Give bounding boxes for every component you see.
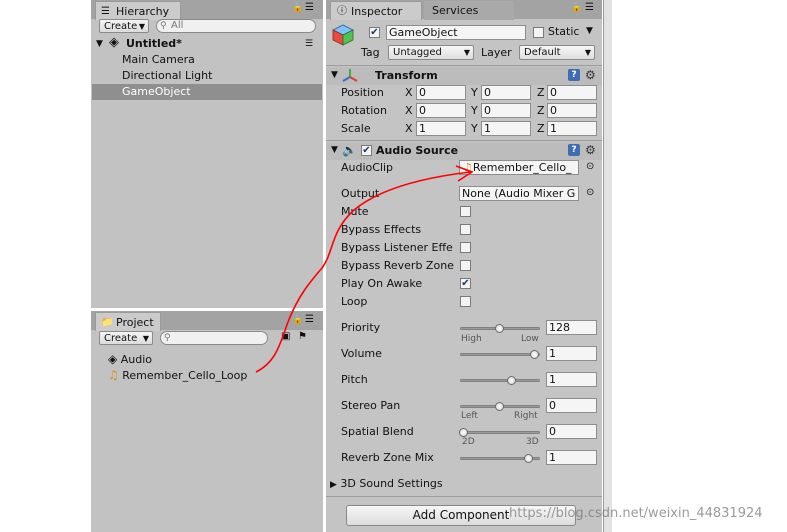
annotation-arrow: [255, 165, 474, 373]
watermark: https://blog.csdn.net/weixin_44831924: [509, 506, 763, 521]
